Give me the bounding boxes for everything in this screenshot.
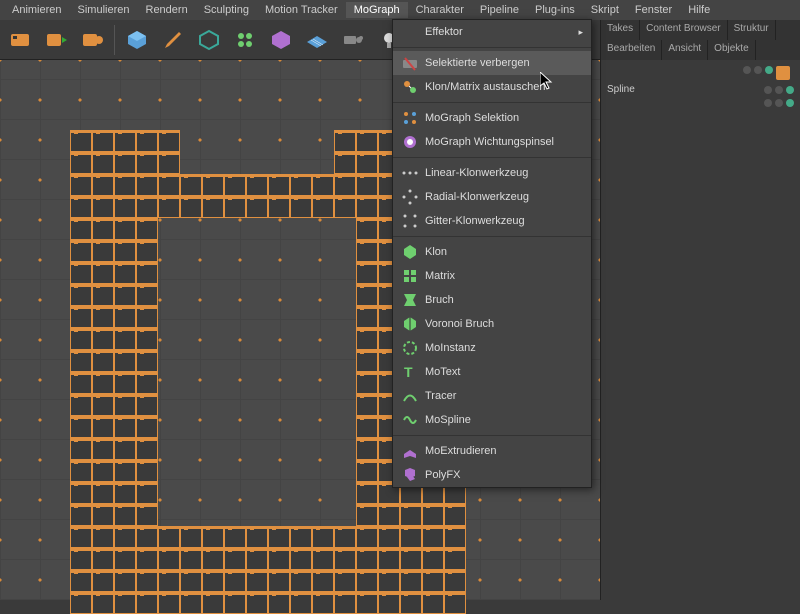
tab-takes[interactable]: Takes [601,20,640,40]
swap-icon [401,78,419,96]
moextr-icon [401,442,419,460]
menu-simulieren[interactable]: Simulieren [70,2,138,18]
menu-item-radial-klonwerkzeug[interactable]: Radial-Klonwerkzeug [393,185,591,209]
menu-label: Gitter-Klonwerkzeug [425,215,525,227]
menu-pipeline[interactable]: Pipeline [472,2,527,18]
-icon [401,23,419,41]
menu-item-polyfx[interactable]: PolyFX [393,463,591,487]
menu-label: Effektor [425,26,463,38]
menu-item-bruch[interactable]: Bruch [393,288,591,312]
toolbar-play-icon[interactable] [40,24,72,56]
menu-label: Klon [425,246,447,258]
tag-icon [776,66,790,80]
toolbar-cube-icon[interactable] [121,24,153,56]
moinst-icon [401,339,419,357]
menu-item-voronoi-bruch[interactable]: Voronoi Bruch [393,312,591,336]
menu-item-klon[interactable]: Klon [393,240,591,264]
menu-label: Bruch [425,294,454,306]
toolbar-movie-icon[interactable] [4,24,36,56]
toolbar-camera-icon[interactable] [337,24,369,56]
menu-plug-ins[interactable]: Plug-ins [527,2,583,18]
menu-label: MoGraph Selektion [425,112,519,124]
menu-label: MoText [425,366,460,378]
panel-tabs-bottom: BearbeitenAnsichtObjekte [601,40,800,60]
menu-fenster[interactable]: Fenster [627,2,680,18]
panel-tabs-top: TakesContent BrowserStruktur [601,20,800,40]
menu-charakter[interactable]: Charakter [408,2,472,18]
mosel-icon [401,109,419,127]
mospline-icon [401,411,419,429]
menu-label: Voronoi Bruch [425,318,494,330]
tab-ansicht[interactable]: Ansicht [662,40,708,60]
svg-text:T: T [404,364,413,380]
menu-label: Matrix [425,270,455,282]
menubar: AnimierenSimulierenRendernSculptingMotio… [0,0,800,20]
menu-animieren[interactable]: Animieren [4,2,70,18]
polyfx-icon [401,466,419,484]
menu-motion tracker[interactable]: Motion Tracker [257,2,346,18]
menu-mograph[interactable]: MoGraph [346,2,408,18]
tab-struktur[interactable]: Struktur [728,20,776,40]
menu-item-matrix[interactable]: Matrix [393,264,591,288]
toolbar-gear-icon[interactable] [76,24,108,56]
hide-icon [401,54,419,72]
menu-item-tracer[interactable]: Tracer [393,384,591,408]
object-list: Spline [601,60,800,113]
menu-label: Radial-Klonwerkzeug [425,191,529,203]
menu-skript[interactable]: Skript [583,2,627,18]
object-manager-panel: TakesContent BrowserStruktur BearbeitenA… [600,20,800,600]
weight-icon [401,133,419,151]
grid-icon [401,212,419,230]
menu-label: Klon/Matrix austauschen [425,81,545,93]
menu-item-moinstanz[interactable]: MoInstanz [393,336,591,360]
menu-item-klon-matrix-austauschen[interactable]: Klon/Matrix austauschen [393,75,591,99]
object-row[interactable] [605,64,796,82]
linear-icon [401,164,419,182]
tab-bearbeiten[interactable]: Bearbeiten [601,40,662,60]
menu-item-effektor[interactable]: Effektor [393,20,591,44]
menu-label: Linear-Klonwerkzeug [425,167,528,179]
menu-rendern[interactable]: Rendern [138,2,196,18]
menu-item-mospline[interactable]: MoSpline [393,408,591,432]
menu-item-gitter-klonwerkzeug[interactable]: Gitter-Klonwerkzeug [393,209,591,233]
object-row[interactable]: Spline [605,82,796,97]
menu-item-selektierte-verbergen[interactable]: Selektierte verbergen [393,51,591,75]
menu-hilfe[interactable]: Hilfe [680,2,718,18]
radial-icon [401,188,419,206]
mograph-dropdown: Effektor Selektierte verbergen Klon/Matrix… [392,19,592,488]
object-row[interactable] [605,97,796,109]
menu-item-mograph-selektion[interactable]: MoGraph Selektion [393,106,591,130]
klon-icon [401,243,419,261]
toolbar-array-icon[interactable] [229,24,261,56]
menu-item-linear-klonwerkzeug[interactable]: Linear-Klonwerkzeug [393,161,591,185]
toolbar-nurbs-icon[interactable] [193,24,225,56]
toolbar-deformer-icon[interactable] [265,24,297,56]
menu-item-moextrudieren[interactable]: MoExtrudieren [393,439,591,463]
menu-label: MoSpline [425,414,471,426]
toolbar-pen-icon[interactable] [157,24,189,56]
menu-label: MoExtrudieren [425,445,497,457]
tab-content-browser[interactable]: Content Browser [640,20,727,40]
tab-objekte[interactable]: Objekte [708,40,755,60]
menu-label: PolyFX [425,469,460,481]
menu-sculpting[interactable]: Sculpting [196,2,257,18]
motext-icon: T [401,363,419,381]
menu-label: Tracer [425,390,456,402]
menu-item-motext[interactable]: T MoText [393,360,591,384]
menu-label: Selektierte verbergen [425,57,530,69]
toolbar-floor-icon[interactable] [301,24,333,56]
voronoi-icon [401,315,419,333]
tracer-icon [401,387,419,405]
menu-label: MoGraph Wichtungspinsel [425,136,554,148]
bruch-icon [401,291,419,309]
matrix-icon [401,267,419,285]
menu-label: MoInstanz [425,342,476,354]
menu-item-mograph-wichtungspinsel[interactable]: MoGraph Wichtungspinsel [393,130,591,154]
